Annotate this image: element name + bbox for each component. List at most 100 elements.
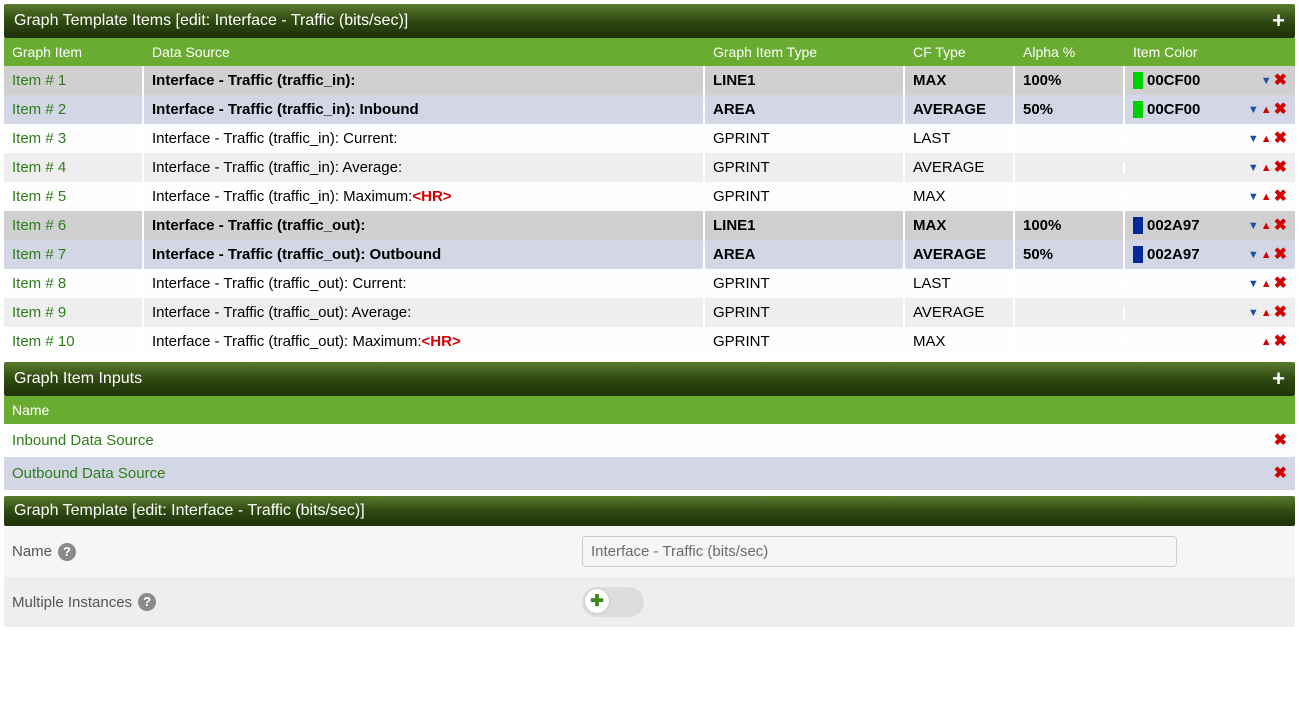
color-cell: ▼▲✖ [1125, 125, 1295, 153]
template-section-title: Graph Template [edit: Interface - Traffi… [14, 502, 365, 520]
item-type-cell: AREA [705, 240, 905, 269]
cf-type-cell: LAST [905, 269, 1015, 298]
color-cell: 00CF00▼✖ [1125, 66, 1295, 95]
help-icon[interactable]: ? [58, 543, 76, 561]
item-link[interactable]: Item # 2 [12, 101, 66, 118]
delete-icon[interactable]: ✖ [1274, 276, 1287, 292]
name-input[interactable] [582, 536, 1177, 567]
col-alpha: Alpha % [1015, 38, 1125, 66]
col-data-source: Data Source [144, 38, 705, 66]
col-graph-item: Graph Item [4, 38, 144, 66]
move-up-icon[interactable]: ▲ [1261, 191, 1272, 203]
cf-type-cell: AVERAGE [905, 95, 1015, 124]
item-type-cell: GPRINT [705, 327, 905, 356]
table-row: Item # 9Interface - Traffic (traffic_out… [4, 298, 1295, 327]
color-hex: 002A97 [1147, 246, 1200, 263]
move-up-icon[interactable]: ▲ [1261, 220, 1272, 232]
help-icon[interactable]: ? [138, 593, 156, 611]
item-link[interactable]: Item # 10 [12, 333, 75, 350]
col-item-type: Graph Item Type [705, 38, 905, 66]
move-up-icon[interactable]: ▲ [1261, 307, 1272, 319]
item-type-cell: AREA [705, 95, 905, 124]
alpha-cell [1015, 278, 1125, 290]
color-cell: 002A97 ▼▲✖ [1125, 240, 1295, 269]
item-link[interactable]: Item # 8 [12, 275, 66, 292]
delete-icon[interactable]: ✖ [1274, 247, 1287, 263]
item-link[interactable]: Item # 9 [12, 304, 66, 321]
move-down-icon[interactable]: ▼ [1248, 104, 1259, 116]
item-type-cell: GPRINT [705, 269, 905, 298]
inputs-column-header: Name [4, 396, 1295, 424]
form-row-name: Name ? [4, 526, 1295, 577]
form-row-multiple: Multiple Instances ? ✚ [4, 577, 1295, 627]
data-source-cell: Interface - Traffic (traffic_out): Maxim… [144, 327, 705, 356]
move-up-icon[interactable]: ▲ [1261, 104, 1272, 116]
color-hex: 00CF00 [1147, 101, 1200, 118]
cf-type-cell: AVERAGE [905, 298, 1015, 327]
color-cell: ▼▲✖ [1125, 299, 1295, 327]
inputs-section-header: Graph Item Inputs + [4, 362, 1295, 396]
delete-icon[interactable]: ✖ [1274, 466, 1287, 482]
item-link[interactable]: Item # 6 [12, 217, 66, 234]
input-row: Inbound Data Source✖ [4, 424, 1295, 457]
item-link[interactable]: Item # 5 [12, 188, 66, 205]
cf-type-cell: LAST [905, 124, 1015, 153]
delete-icon[interactable]: ✖ [1274, 73, 1287, 89]
move-down-icon[interactable]: ▼ [1261, 75, 1272, 87]
inputs-section-title: Graph Item Inputs [14, 370, 142, 388]
color-cell: ▲✖ [1125, 328, 1295, 356]
input-link[interactable]: Outbound Data Source [12, 465, 1274, 482]
alpha-cell [1015, 162, 1125, 174]
delete-icon[interactable]: ✖ [1274, 305, 1287, 321]
delete-icon[interactable]: ✖ [1274, 160, 1287, 176]
cf-type-cell: MAX [905, 211, 1015, 240]
table-row: Item # 8Interface - Traffic (traffic_out… [4, 269, 1295, 298]
item-link[interactable]: Item # 7 [12, 246, 66, 263]
items-section-title: Graph Template Items [edit: Interface - … [14, 12, 408, 30]
move-up-icon[interactable]: ▲ [1261, 133, 1272, 145]
move-up-icon[interactable]: ▲ [1261, 278, 1272, 290]
color-cell: 00CF00 ▼▲✖ [1125, 95, 1295, 124]
alpha-cell: 100% [1015, 211, 1125, 240]
table-row: Item # 7 Interface - Traffic (traffic_out… [4, 240, 1295, 269]
add-input-icon[interactable]: + [1272, 368, 1285, 390]
data-source-cell: Interface - Traffic (traffic_in): Averag… [144, 153, 705, 182]
item-type-cell: GPRINT [705, 298, 905, 327]
alpha-cell: 50% [1015, 240, 1125, 269]
move-up-icon[interactable]: ▲ [1261, 336, 1272, 348]
move-down-icon[interactable]: ▼ [1248, 162, 1259, 174]
table-row: Item # 5Interface - Traffic (traffic_in)… [4, 182, 1295, 211]
data-source-cell: Interface - Traffic (traffic_in): Inboun… [144, 95, 705, 124]
items-column-header: Graph Item Data Source Graph Item Type C… [4, 38, 1295, 66]
move-down-icon[interactable]: ▼ [1248, 191, 1259, 203]
delete-icon[interactable]: ✖ [1274, 189, 1287, 205]
alpha-cell [1015, 191, 1125, 203]
move-down-icon[interactable]: ▼ [1248, 220, 1259, 232]
item-link[interactable]: Item # 1 [12, 72, 66, 89]
delete-icon[interactable]: ✖ [1274, 218, 1287, 234]
input-link[interactable]: Inbound Data Source [12, 432, 1274, 449]
move-down-icon[interactable]: ▼ [1248, 278, 1259, 290]
delete-icon[interactable]: ✖ [1274, 334, 1287, 350]
item-link[interactable]: Item # 3 [12, 130, 66, 147]
color-swatch [1133, 217, 1143, 234]
color-cell: ▼▲✖ [1125, 154, 1295, 182]
data-source-cell: Interface - Traffic (traffic_in): [144, 66, 705, 95]
data-source-cell: Interface - Traffic (traffic_out): Outbo… [144, 240, 705, 269]
move-down-icon[interactable]: ▼ [1248, 133, 1259, 145]
add-item-icon[interactable]: + [1272, 10, 1285, 32]
move-up-icon[interactable]: ▲ [1261, 162, 1272, 174]
multiple-instances-toggle[interactable]: ✚ [582, 587, 644, 617]
alpha-cell: 100% [1015, 66, 1125, 95]
delete-icon[interactable]: ✖ [1274, 433, 1287, 449]
cf-type-cell: AVERAGE [905, 240, 1015, 269]
delete-icon[interactable]: ✖ [1274, 131, 1287, 147]
item-link[interactable]: Item # 4 [12, 159, 66, 176]
move-down-icon[interactable]: ▼ [1248, 307, 1259, 319]
delete-icon[interactable]: ✖ [1274, 102, 1287, 118]
alpha-cell: 50% [1015, 95, 1125, 124]
color-cell: ▼▲✖ [1125, 183, 1295, 211]
move-up-icon[interactable]: ▲ [1261, 249, 1272, 261]
move-down-icon[interactable]: ▼ [1248, 249, 1259, 261]
toggle-knob-icon: ✚ [584, 588, 610, 614]
